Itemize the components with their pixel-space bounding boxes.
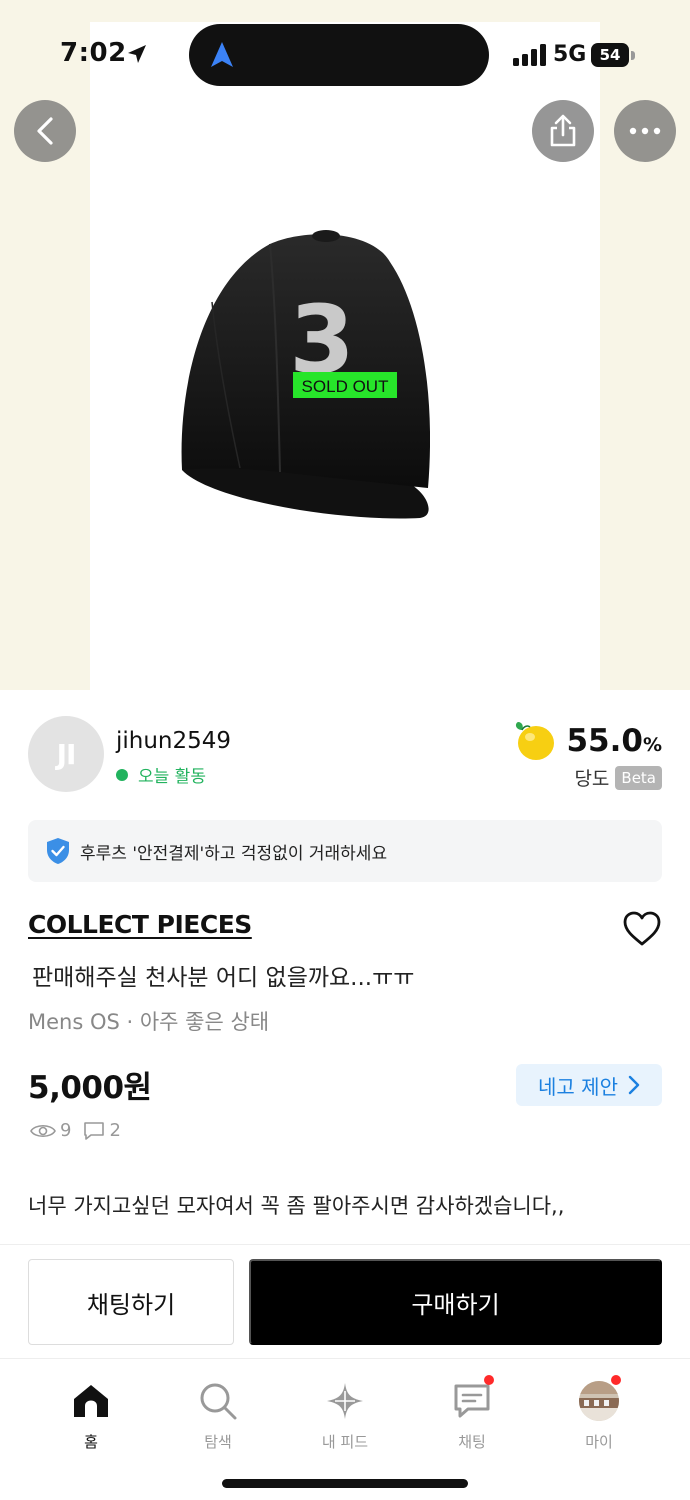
seller-username[interactable]: jihun2549 [116,728,231,754]
product-description: 너무 가지고싶던 모자여서 꼭 좀 팔아주시면 감사하겠습니다,, [28,1194,565,1218]
my-notification-dot [611,1375,621,1385]
product-size-condition: Mens OS · 아주 좋은 상태 [28,1010,270,1034]
sweetness-unit: % [642,734,662,756]
comment-icon [84,1121,105,1140]
shield-check-icon [47,838,69,864]
chat-button[interactable]: 채팅하기 [28,1259,234,1345]
tab-chat-label: 채팅 [458,1433,486,1451]
tab-my-feed-label: 내 피드 [321,1433,369,1451]
eye-icon [30,1124,56,1137]
chevron-right-icon [628,1075,640,1095]
seller-profile[interactable]: JI jihun2549 오늘 활동 55.0 % 당도 Beta [28,716,662,806]
product-price: 5,000원 [28,1070,152,1106]
chat-notification-dot [484,1375,494,1385]
tab-chat[interactable]: 채팅 [422,1375,522,1459]
status-time: 7:02 [60,38,127,68]
status-bar: 7:02 5G 54 [0,0,690,110]
safe-payment-banner[interactable]: 후루츠 '안전결제'하고 걱정없이 거래하세요 [28,820,662,882]
battery-cap [631,51,635,60]
product-stats: 9 2 [30,1120,129,1141]
sold-out-badge: SOLD OUT [302,377,389,396]
view-count: 9 [60,1120,72,1141]
tab-my[interactable]: 마이 [549,1375,649,1459]
seller-avatar[interactable]: JI [28,716,104,792]
navigation-arrow-icon [211,42,233,67]
home-icon [74,1385,108,1417]
activity-text: 오늘 활동 [138,767,206,787]
sparkle-icon [327,1383,363,1419]
product-image[interactable]: 3 SOLD OUT [90,222,431,534]
location-arrow-icon [128,45,146,63]
battery-level: 54 [591,43,629,67]
more-options-button[interactable] [614,100,676,162]
brand-name[interactable]: COLLECT PIECES [28,910,252,939]
seller-activity-status: 오늘 활동 [116,762,206,787]
price-offer-label: 네고 제안 [538,1074,618,1099]
price-offer-button[interactable]: 네고 제안 [516,1064,662,1106]
safe-payment-text: 후루츠 '안전결제'하고 걱정없이 거래하세요 [80,843,388,864]
heart-icon[interactable] [622,910,662,948]
chevron-left-icon [37,117,53,145]
share-icon [550,114,576,147]
sweetness-value: 55.0 [566,723,643,759]
tab-my-feed[interactable]: 내 피드 [295,1379,395,1459]
buy-button[interactable]: 구매하기 [249,1259,662,1345]
tab-my-label: 마이 [585,1433,613,1451]
online-dot-icon [116,768,128,781]
profile-avatar-icon [579,1381,619,1421]
bottom-tab-bar: 홈 탐색 내 피드 채팅 마이 [0,1358,690,1500]
back-button[interactable] [14,100,76,162]
search-icon [200,1383,237,1420]
network-type: 5G [553,42,587,67]
home-indicator[interactable] [222,1479,468,1488]
chat-bubble-icon [454,1384,490,1418]
beta-badge: Beta [615,765,662,790]
tab-home-label: 홈 [84,1433,98,1451]
comment-count: 2 [109,1120,121,1141]
tab-home[interactable]: 홈 [41,1379,141,1459]
signal-bars-icon [513,44,546,66]
lemon-fruit-icon [516,722,555,760]
tab-explore-label: 탐색 [204,1433,232,1451]
more-dots-icon [629,127,661,135]
sweetness-label-row: 당도 Beta [574,764,662,791]
tab-explore[interactable]: 탐색 [168,1379,268,1459]
product-title: 판매해주실 천사분 어디 없을까요...ㅠㅠ [32,965,415,991]
sweetness-label: 당도 [574,768,610,790]
share-button[interactable] [532,100,594,162]
sweetness-score[interactable]: 55.0 % [512,720,662,762]
purchase-action-bar: 채팅하기 구매하기 [0,1244,690,1358]
baseball-cap-image: 3 SOLD OUT [181,230,431,519]
